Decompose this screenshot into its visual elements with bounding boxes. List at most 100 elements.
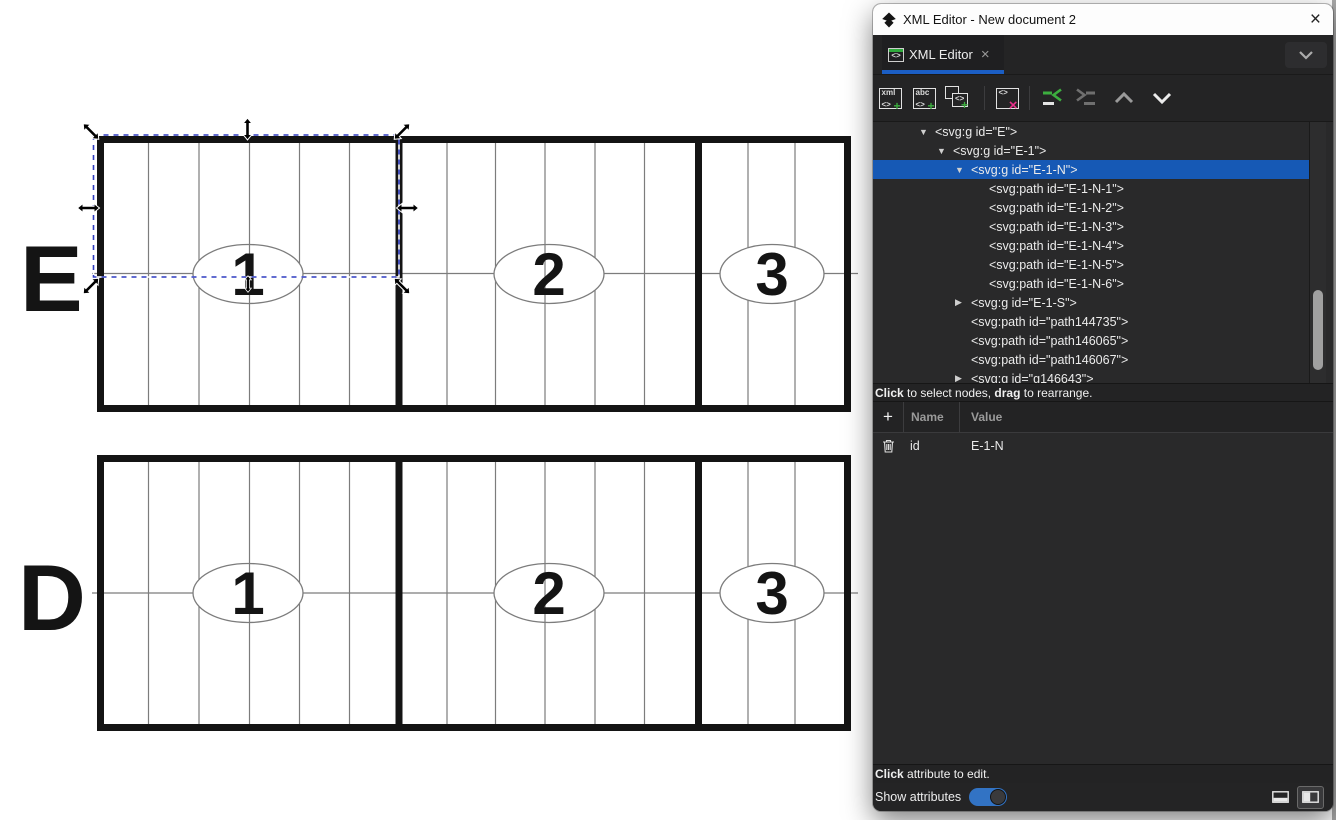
attribute-row[interactable]: id E-1-N	[873, 433, 1333, 459]
delete-attribute-button[interactable]	[873, 439, 903, 453]
window-titlebar[interactable]: XML Editor - New document 2 ×	[873, 4, 1333, 35]
xml-node-row[interactable]: <svg:path id="E-1-N-5">	[873, 255, 1310, 274]
expander-icon[interactable]: ▼	[937, 146, 953, 156]
tab-label: XML Editor	[909, 47, 973, 62]
unindent-node-button[interactable]	[1035, 81, 1069, 115]
active-tab-underline	[882, 70, 1004, 74]
attribute-value[interactable]: E-1-N	[959, 439, 1333, 453]
expander-icon[interactable]: ▶	[955, 373, 971, 383]
new-element-node-button[interactable]: xml <> +	[873, 81, 907, 115]
inkscape-logo-icon	[881, 12, 897, 28]
xml-node-label: <svg:g id="g146643">	[971, 372, 1094, 384]
xml-node-row[interactable]: <svg:path id="path144735">	[873, 312, 1310, 331]
scale-handle-w[interactable]	[78, 204, 100, 213]
xml-node-row[interactable]: <svg:path id="path146067">	[873, 350, 1310, 369]
xml-node-row[interactable]: <svg:path id="E-1-N-6">	[873, 274, 1310, 293]
tree-hint-bar: Click to select nodes, drag to rearrange…	[873, 383, 1333, 401]
xml-node-row-selected[interactable]: ▼<svg:g id="E-1-N">	[873, 160, 1310, 179]
show-attributes-toggle[interactable]	[969, 788, 1007, 806]
delete-node-button[interactable]: <> ×	[990, 81, 1024, 115]
xml-node-label: <svg:path id="E-1-N-5">	[989, 258, 1124, 272]
xml-node-label: <svg:g id="E">	[935, 125, 1017, 139]
tree-scrollbar-thumb[interactable]	[1313, 290, 1323, 370]
xml-node-row[interactable]: <svg:path id="E-1-N-1">	[873, 179, 1310, 198]
chevron-up-icon	[1112, 88, 1136, 108]
xml-node-row[interactable]: ▼<svg:g id="E-1">	[873, 141, 1310, 160]
xml-toolbar: xml <> + abc <> + <> +	[873, 75, 1333, 122]
xml-node-row[interactable]: ▶<svg:g id="g146643">	[873, 369, 1310, 383]
expander-icon[interactable]: ▶	[955, 297, 971, 308]
expander-icon[interactable]: ▼	[919, 127, 935, 137]
expander-icon[interactable]: ▼	[955, 165, 971, 175]
new-text-node-icon: abc <> +	[913, 88, 936, 109]
indent-node-button[interactable]	[1069, 81, 1103, 115]
xml-node-label: <svg:g id="E-1-S">	[971, 296, 1077, 310]
row-e-group[interactable]: 1 2 3 E	[20, 136, 858, 412]
row-d-group[interactable]: 1 2 3 D	[18, 455, 858, 731]
xml-node-label: <svg:path id="E-1-N-6">	[989, 277, 1124, 291]
hint-text: to select nodes,	[904, 386, 995, 400]
section-number[interactable]: 1	[231, 241, 264, 308]
xml-node-label: <svg:path id="E-1-N-3">	[989, 220, 1124, 234]
attributes-empty-area	[873, 459, 1333, 764]
tab-close-icon[interactable]: ×	[981, 46, 990, 63]
scale-handle-n[interactable]	[243, 118, 252, 140]
hint-text: drag	[994, 386, 1020, 400]
attribute-name[interactable]: id	[903, 439, 959, 453]
move-node-down-button[interactable]	[1145, 81, 1179, 115]
scale-handle-e[interactable]	[397, 204, 419, 213]
xml-node-label: <svg:path id="E-1-N-4">	[989, 239, 1124, 253]
row-d-label[interactable]: D	[18, 545, 86, 650]
xml-node-label: <svg:g id="E-1">	[953, 144, 1046, 158]
xml-node-row[interactable]: <svg:path id="E-1-N-4">	[873, 236, 1310, 255]
attribute-hint-bar: Click attribute to edit.	[873, 764, 1333, 783]
layout-vertical-icon	[1302, 791, 1319, 803]
layout-vertical-button[interactable]	[1297, 786, 1324, 809]
add-attribute-button[interactable]: +	[873, 407, 903, 427]
xml-node-label: <svg:g id="E-1-N">	[971, 163, 1078, 177]
xml-node-tree[interactable]: ▼<svg:g id="E"> ▼<svg:g id="E-1"> ▼<svg:…	[873, 122, 1333, 383]
scale-handle-nw[interactable]	[80, 121, 102, 143]
hint-text: Click	[875, 767, 904, 781]
xml-node-row[interactable]: <svg:path id="E-1-N-2">	[873, 198, 1310, 217]
tab-xml-editor[interactable]: <> XML Editor ×	[882, 35, 1004, 74]
tree-scrollbar[interactable]	[1309, 122, 1326, 383]
layout-horizontal-button[interactable]	[1267, 786, 1294, 809]
section-number[interactable]: 3	[755, 560, 788, 627]
indent-node-icon	[1074, 86, 1098, 110]
panel-menu-button[interactable]	[1285, 42, 1327, 68]
inkscape-canvas: 1 2 3 E 1	[0, 0, 1336, 820]
toggle-knob[interactable]	[990, 789, 1006, 805]
window-close-icon[interactable]: ×	[1310, 10, 1321, 29]
xml-node-row[interactable]: <svg:path id="path146065">	[873, 331, 1310, 350]
xml-node-label: <svg:path id="E-1-N-1">	[989, 182, 1124, 196]
window-title: XML Editor - New document 2	[903, 12, 1076, 27]
unindent-node-icon	[1040, 86, 1064, 110]
xml-node-row[interactable]: <svg:path id="E-1-N-3">	[873, 217, 1310, 236]
hint-text: attribute to edit.	[904, 767, 990, 781]
new-element-node-icon: xml <> +	[879, 88, 902, 109]
xml-node-row[interactable]: ▼<svg:g id="E">	[873, 122, 1310, 141]
tab-bar: <> XML Editor ×	[873, 35, 1333, 75]
xml-node-label: <svg:path id="E-1-N-2">	[989, 201, 1124, 215]
section-number[interactable]: 2	[532, 560, 565, 627]
hint-text: to rearrange.	[1020, 386, 1092, 400]
xml-editor-tab-icon: <>	[888, 48, 904, 62]
trash-icon	[882, 439, 895, 453]
toolbar-separator	[984, 86, 985, 110]
xml-node-label: <svg:path id="path146065">	[971, 334, 1128, 348]
duplicate-node-button[interactable]: <> +	[941, 81, 979, 115]
move-node-up-button[interactable]	[1107, 81, 1141, 115]
attributes-header: + Name Value	[873, 401, 1333, 433]
xml-node-label: <svg:path id="path144735">	[971, 315, 1128, 329]
section-number[interactable]: 2	[532, 241, 565, 308]
panel-bottom-bar: Show attributes	[873, 783, 1333, 811]
new-text-node-button[interactable]: abc <> +	[907, 81, 941, 115]
hint-text: Click	[875, 386, 904, 400]
delete-node-icon: <> ×	[996, 88, 1019, 109]
section-number[interactable]: 3	[755, 241, 788, 308]
xml-node-row[interactable]: ▶<svg:g id="E-1-S">	[873, 293, 1310, 312]
row-e-label[interactable]: E	[20, 226, 83, 331]
show-attributes-label: Show attributes	[875, 790, 961, 804]
section-number[interactable]: 1	[231, 560, 264, 627]
